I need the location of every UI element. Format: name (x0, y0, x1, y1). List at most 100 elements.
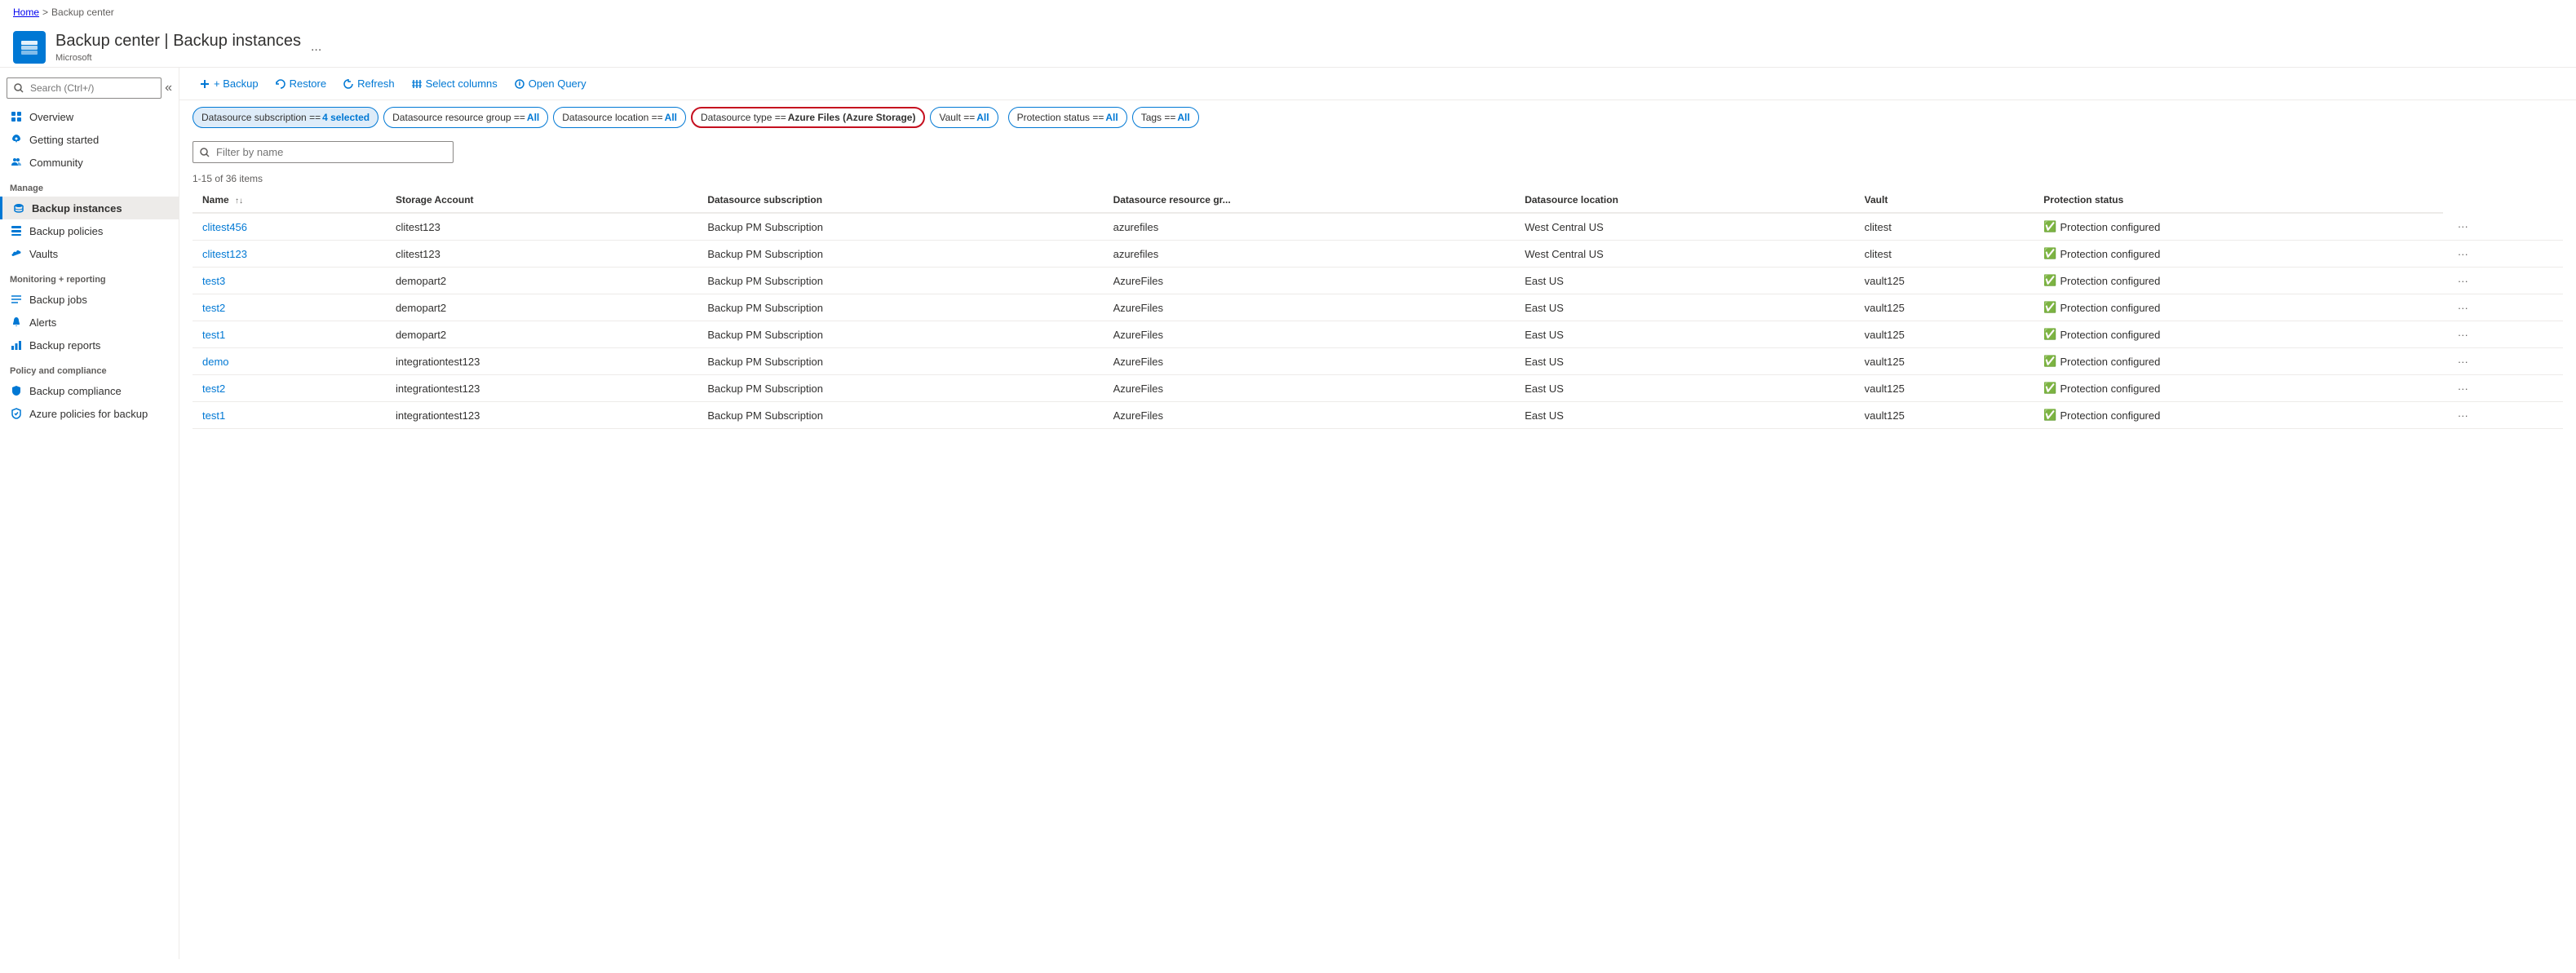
sidebar-azure-policies-label: Azure policies for backup (29, 408, 148, 420)
filter-location[interactable]: Datasource location == All (553, 107, 686, 128)
cell-storage-4: demopart2 (386, 321, 697, 348)
row-menu-6[interactable]: ··· (2453, 381, 2473, 396)
sidebar-item-backup-compliance[interactable]: Backup compliance (0, 379, 179, 402)
sidebar: « Overview Getting started Community Man… (0, 68, 179, 959)
header-more-button[interactable]: ... (311, 40, 321, 55)
table-row: clitest123 clitest123 Backup PM Subscrip… (193, 241, 2563, 268)
cell-status-2: ✅ Protection configured (2034, 268, 2443, 294)
cell-menu-3[interactable]: ··· (2443, 294, 2563, 321)
breadcrumb-home[interactable]: Home (13, 7, 39, 18)
name-link-1[interactable]: clitest123 (202, 248, 247, 260)
cell-rg-7: AzureFiles (1104, 402, 1516, 429)
sidebar-item-alerts[interactable]: Alerts (0, 311, 179, 334)
restore-button[interactable]: Restore (268, 74, 334, 93)
backup-instances-table: Name ↑↓ Storage Account Datasource subsc… (193, 188, 2563, 429)
col-location[interactable]: Datasource location (1515, 188, 1854, 213)
filter-type[interactable]: Datasource type == Azure Files (Azure St… (691, 107, 925, 128)
cell-vault-6: vault125 (1855, 375, 2034, 402)
row-menu-5[interactable]: ··· (2453, 354, 2473, 369)
page-title-block: Backup center | Backup instances Microso… (55, 32, 301, 63)
name-link-0[interactable]: clitest456 (202, 221, 247, 233)
sidebar-item-community[interactable]: Community (0, 151, 179, 174)
refresh-button[interactable]: Refresh (336, 74, 401, 93)
name-link-6[interactable]: test2 (202, 383, 225, 395)
sidebar-item-backup-reports[interactable]: Backup reports (0, 334, 179, 356)
sidebar-item-backup-instances[interactable]: Backup instances (0, 197, 179, 219)
col-storage-account[interactable]: Storage Account (386, 188, 697, 213)
col-name[interactable]: Name ↑↓ (193, 188, 386, 213)
status-icon-1: ✅ (2043, 247, 2056, 260)
cell-menu-7[interactable]: ··· (2443, 402, 2563, 429)
select-columns-button[interactable]: Select columns (405, 74, 504, 93)
open-query-button[interactable]: Open Query (507, 74, 593, 93)
cell-status-1: ✅ Protection configured (2034, 241, 2443, 268)
status-icon-6: ✅ (2043, 382, 2056, 395)
cell-menu-6[interactable]: ··· (2443, 375, 2563, 402)
name-link-4[interactable]: test1 (202, 329, 225, 341)
product-icon (13, 31, 46, 64)
row-menu-4[interactable]: ··· (2453, 327, 2473, 343)
col-subscription[interactable]: Datasource subscription (697, 188, 1103, 213)
grid-icon (10, 110, 23, 123)
status-label-3: Protection configured (2060, 302, 2160, 314)
sidebar-section-monitoring: Monitoring + reporting (0, 265, 179, 288)
cell-menu-1[interactable]: ··· (2443, 241, 2563, 268)
sidebar-alerts-label: Alerts (29, 316, 56, 329)
status-label-5: Protection configured (2060, 356, 2160, 368)
sidebar-item-backup-policies[interactable]: Backup policies (0, 219, 179, 242)
sidebar-search-wrap: « (7, 77, 172, 99)
cell-rg-3: AzureFiles (1104, 294, 1516, 321)
name-link-2[interactable]: test3 (202, 275, 225, 287)
cell-vault-2: vault125 (1855, 268, 2034, 294)
shield-icon (10, 384, 23, 397)
sidebar-getting-started-label: Getting started (29, 134, 99, 146)
filter-name-input[interactable] (193, 141, 454, 163)
filter-resource-group[interactable]: Datasource resource group == All (383, 107, 548, 128)
backup-button[interactable]: + Backup (193, 74, 265, 93)
name-link-7[interactable]: test1 (202, 409, 225, 422)
name-link-5[interactable]: demo (202, 356, 229, 368)
search-input[interactable] (7, 77, 162, 99)
cell-location-1: West Central US (1515, 241, 1854, 268)
table-row: test3 demopart2 Backup PM Subscription A… (193, 268, 2563, 294)
name-link-3[interactable]: test2 (202, 302, 225, 314)
sidebar-section-manage: Manage (0, 174, 179, 197)
col-resource-group[interactable]: Datasource resource gr... (1104, 188, 1516, 213)
filter-protection-status[interactable]: Protection status == All (1008, 107, 1127, 128)
cell-menu-2[interactable]: ··· (2443, 268, 2563, 294)
row-menu-7[interactable]: ··· (2453, 408, 2473, 423)
filter-tags[interactable]: Tags == All (1132, 107, 1199, 128)
sidebar-item-vaults[interactable]: Vaults (0, 242, 179, 265)
filters-bar: Datasource subscription == 4 selected Da… (179, 100, 2576, 135)
sidebar-backup-compliance-label: Backup compliance (29, 385, 122, 397)
col-protection-status[interactable]: Protection status (2034, 188, 2443, 213)
sidebar-item-backup-jobs[interactable]: Backup jobs (0, 288, 179, 311)
page-title: Backup center | Backup instances (55, 32, 301, 51)
row-menu-0[interactable]: ··· (2453, 219, 2473, 234)
sidebar-collapse-button[interactable]: « (165, 81, 172, 95)
sidebar-item-azure-policies[interactable]: Azure policies for backup (0, 402, 179, 425)
filter-vault[interactable]: Vault == All (930, 107, 998, 128)
page-header: Backup center | Backup instances Microso… (0, 24, 2576, 68)
cell-storage-1: clitest123 (386, 241, 697, 268)
cell-location-5: East US (1515, 348, 1854, 375)
sidebar-item-getting-started[interactable]: Getting started (0, 128, 179, 151)
cell-menu-4[interactable]: ··· (2443, 321, 2563, 348)
status-icon-4: ✅ (2043, 328, 2056, 341)
cell-location-0: West Central US (1515, 213, 1854, 241)
cloud-icon (10, 247, 23, 260)
sidebar-section-policy: Policy and compliance (0, 356, 179, 379)
bell-icon (10, 316, 23, 329)
grid2-icon (10, 224, 23, 237)
filter-subscription[interactable]: Datasource subscription == 4 selected (193, 107, 378, 128)
row-menu-1[interactable]: ··· (2453, 246, 2473, 262)
cell-menu-5[interactable]: ··· (2443, 348, 2563, 375)
cell-storage-0: clitest123 (386, 213, 697, 241)
cell-rg-1: azurefiles (1104, 241, 1516, 268)
cell-location-4: East US (1515, 321, 1854, 348)
cell-menu-0[interactable]: ··· (2443, 213, 2563, 241)
sidebar-item-overview[interactable]: Overview (0, 105, 179, 128)
row-menu-2[interactable]: ··· (2453, 273, 2473, 289)
row-menu-3[interactable]: ··· (2453, 300, 2473, 316)
col-vault[interactable]: Vault (1855, 188, 2034, 213)
